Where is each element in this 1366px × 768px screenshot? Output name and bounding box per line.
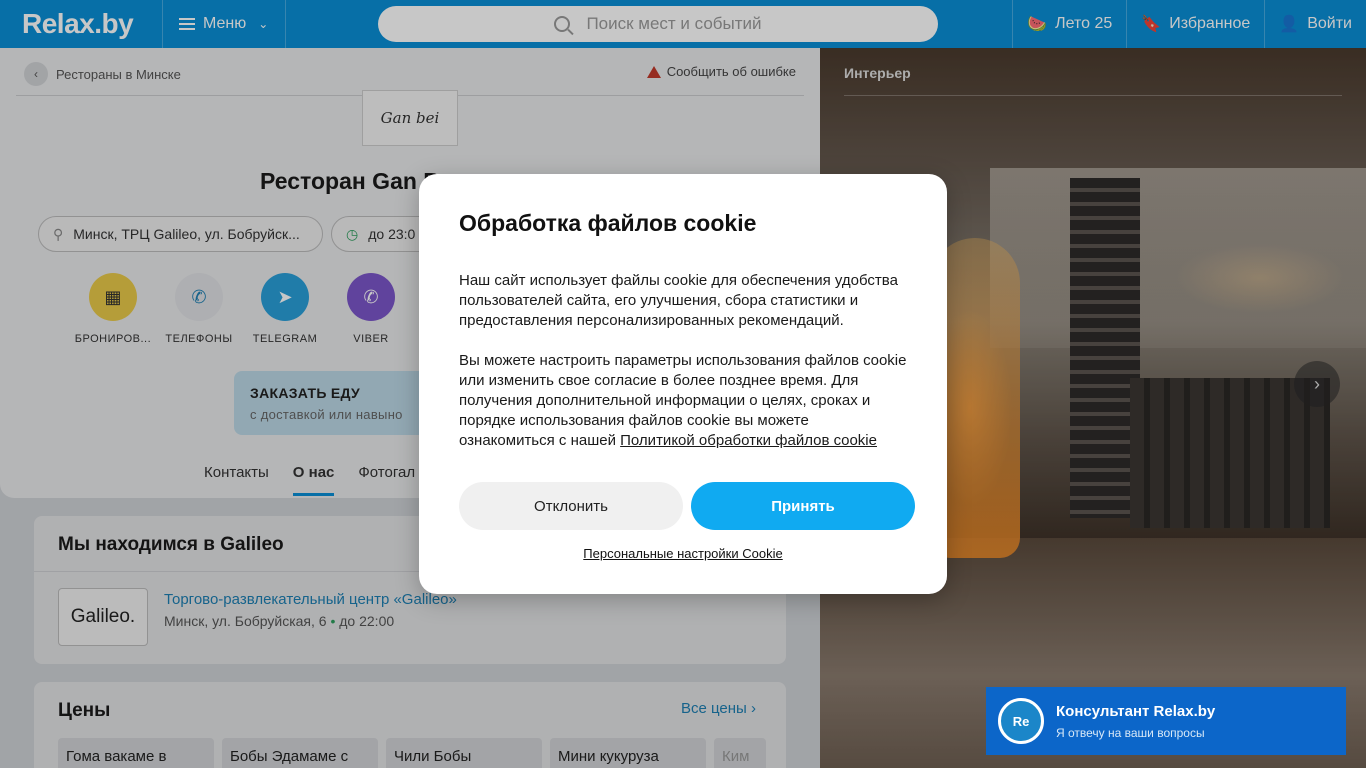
consultant-subtitle: Я отвечу на ваши вопросы (1056, 725, 1205, 740)
consultant-widget[interactable]: Re Консультант Relax.by Я отвечу на ваши… (986, 687, 1346, 755)
cookie-text-2: Вы можете настроить параметры использова… (459, 351, 907, 451)
cookie-dialog: Обработка файлов cookie Наш сайт использ… (419, 174, 947, 594)
decline-button[interactable]: Отклонить (459, 482, 683, 530)
cookie-policy-link[interactable]: Политикой обработки файлов cookie (620, 432, 877, 449)
consultant-text: Консультант Relax.by Я отвечу на ваши во… (1056, 703, 1215, 740)
consultant-title: Консультант Relax.by (1056, 702, 1216, 720)
cookie-buttons: Отклонить Принять (459, 482, 915, 530)
accept-button[interactable]: Принять (691, 482, 915, 530)
cookie-text-1: Наш сайт использует файлы cookie для обе… (459, 272, 898, 329)
cookie-title: Обработка файлов cookie (459, 210, 757, 236)
avatar: Re (998, 698, 1044, 744)
cookie-settings-link[interactable]: Персональные настройки Cookie (419, 546, 947, 561)
